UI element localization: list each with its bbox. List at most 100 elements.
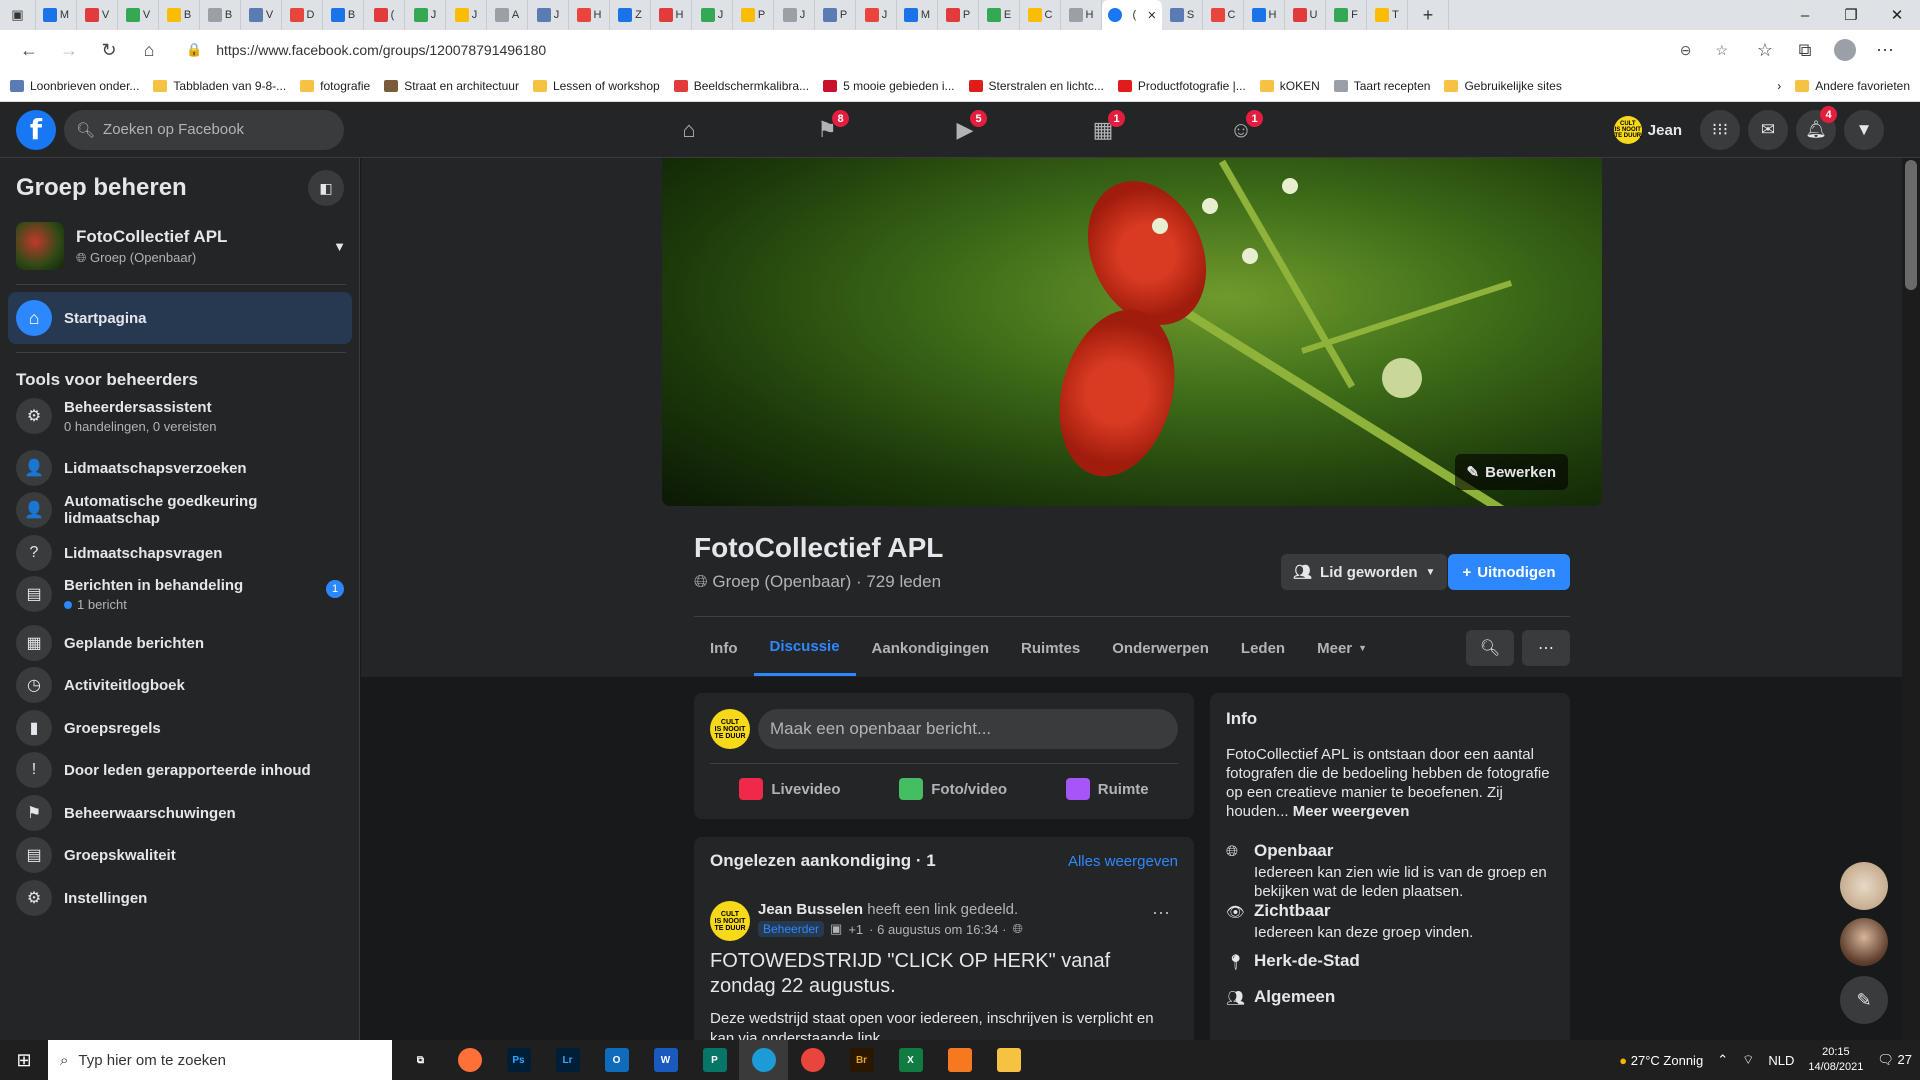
- firefox-app[interactable]: [445, 1040, 494, 1080]
- browser-tab[interactable]: J: [774, 0, 815, 30]
- chrome-app[interactable]: [788, 1040, 837, 1080]
- sidebar-item-instellingen[interactable]: ⚙ Instellingen: [8, 872, 352, 924]
- group-search-button[interactable]: 🔍︎: [1466, 630, 1514, 666]
- lightroom-app[interactable]: Lr: [543, 1040, 592, 1080]
- bookmark-item[interactable]: Sterstralen en lichtc...: [968, 79, 1104, 93]
- contact-avatar[interactable]: [1840, 918, 1888, 966]
- bookmark-item[interactable]: Loonbrieven onder...: [10, 79, 139, 93]
- account-menu-button[interactable]: ▼: [1844, 110, 1884, 150]
- facebook-logo[interactable]: f: [16, 109, 56, 150]
- browser-tab[interactable]: H: [651, 0, 692, 30]
- browser-tab[interactable]: D: [282, 0, 323, 30]
- other-favorites[interactable]: Andere favorieten: [1795, 79, 1910, 93]
- photoshop-app[interactable]: Ps: [494, 1040, 543, 1080]
- group-more-button[interactable]: ⋯: [1522, 630, 1570, 666]
- browser-tab[interactable]: B: [200, 0, 241, 30]
- publisher-app[interactable]: P: [690, 1040, 739, 1080]
- facebook-search-input[interactable]: 🔍︎ Zoeken op Facebook: [64, 109, 344, 150]
- reload-button[interactable]: ↻: [92, 33, 126, 67]
- browser-tab[interactable]: M: [897, 0, 938, 30]
- view-all-link[interactable]: Alles weergeven: [1068, 853, 1178, 870]
- browser-tab[interactable]: T: [1367, 0, 1408, 30]
- new-tab-button[interactable]: +: [1408, 0, 1449, 30]
- tab-discussie[interactable]: Discussie: [753, 620, 856, 676]
- tab-leden[interactable]: Leden: [1225, 620, 1301, 676]
- browser-tab[interactable]: P: [938, 0, 979, 30]
- bookmark-item[interactable]: fotografie: [300, 79, 370, 93]
- messenger-button[interactable]: ✉: [1748, 110, 1788, 150]
- composer-livevideo-button[interactable]: Livevideo: [739, 769, 841, 809]
- profile-avatar[interactable]: [1828, 33, 1862, 67]
- back-button[interactable]: ←: [12, 33, 46, 67]
- composer-ruimte-button[interactable]: Ruimte: [1065, 769, 1149, 809]
- home-button[interactable]: ⌂: [132, 33, 166, 67]
- favorite-star-icon[interactable]: ☆: [1715, 42, 1728, 59]
- sidebar-item-beheerdersassistent[interactable]: ⚙ Beheerdersassistent 0 handelingen, 0 ver…: [8, 390, 352, 442]
- browser-tab[interactable]: V: [118, 0, 159, 30]
- tab-info[interactable]: Info: [694, 620, 754, 676]
- action-center-button[interactable]: 🗨︎ 27: [1877, 1052, 1912, 1068]
- tab-onderwerpen[interactable]: Onderwerpen: [1096, 620, 1225, 676]
- browser-tab[interactable]: P: [733, 0, 774, 30]
- zoom-icon[interactable]: ⊖: [1680, 42, 1692, 59]
- browser-tab[interactable]: U: [1285, 0, 1326, 30]
- maximize-button[interactable]: ❐: [1828, 0, 1874, 30]
- browser-tab[interactable]: C: [1020, 0, 1061, 30]
- browser-tab[interactable]: J: [692, 0, 733, 30]
- bookmarks-overflow[interactable]: ›: [1777, 79, 1781, 93]
- bookmark-item[interactable]: kOKEN: [1259, 79, 1320, 93]
- notifications-button[interactable]: 🔔︎ 4: [1796, 106, 1837, 150]
- file-explorer-app[interactable]: [984, 1040, 1033, 1080]
- composer-foto-video-button[interactable]: Foto/video: [899, 769, 1007, 809]
- browser-tab[interactable]: B: [323, 0, 364, 30]
- scrollbar[interactable]: [1902, 158, 1920, 1040]
- collapse-sidebar-button[interactable]: ◧: [308, 170, 344, 206]
- browser-tab[interactable]: J: [405, 0, 446, 30]
- language-indicator[interactable]: NLD: [1768, 1053, 1794, 1068]
- browser-tab[interactable]: B: [159, 0, 200, 30]
- tab-meer[interactable]: Meer ▼: [1301, 620, 1383, 676]
- nav-groups[interactable]: ☺ 1: [1172, 102, 1310, 158]
- browser-tab[interactable]: J: [856, 0, 897, 30]
- browser-tab[interactable]: A: [487, 0, 528, 30]
- menu-grid-button[interactable]: ⁝⁝⁝: [1700, 110, 1740, 150]
- invite-button[interactable]: + Uitnodigen: [1448, 554, 1570, 590]
- minimize-button[interactable]: –: [1782, 0, 1828, 30]
- browser-menu-button[interactable]: ⋯: [1868, 33, 1902, 67]
- bookmark-item[interactable]: Gebruikelijke sites: [1444, 79, 1562, 93]
- tray-chevron-icon[interactable]: ⌃: [1717, 1052, 1728, 1068]
- collections-icon[interactable]: ⧉: [1788, 33, 1822, 67]
- word-app[interactable]: W: [641, 1040, 690, 1080]
- bookmark-item[interactable]: Lessen of workshop: [532, 79, 660, 93]
- browser-tab[interactable]: V: [77, 0, 118, 30]
- outlook-app[interactable]: O: [592, 1040, 641, 1080]
- tab-ruimtes[interactable]: Ruimtes: [1005, 620, 1096, 676]
- address-bar[interactable]: 🔒 https://www.facebook.com/groups/120078…: [172, 34, 1742, 66]
- browser-tab[interactable]: P: [815, 0, 856, 30]
- bookmark-item[interactable]: 5 mooie gebieden i...: [823, 79, 955, 93]
- browser-tab[interactable]: H: [1244, 0, 1285, 30]
- post-options-button[interactable]: ⋯: [1152, 903, 1170, 924]
- taskbar-search[interactable]: ⌕ Typ hier om te zoeken: [48, 1040, 392, 1080]
- browser-tab[interactable]: Z: [610, 0, 651, 30]
- scrollbar-thumb[interactable]: [1905, 160, 1917, 290]
- forward-button[interactable]: →: [52, 33, 86, 67]
- bookmark-item[interactable]: Straat en architectuur: [384, 79, 519, 93]
- start-button[interactable]: ⊞: [0, 1040, 48, 1080]
- nav-watch[interactable]: ▶ 5: [896, 102, 1034, 158]
- sidebar-item-berichten-in-behandeling[interactable]: ▤ Berichten in behandeling 1 bericht 1: [8, 568, 352, 620]
- browser-tab[interactable]: F: [1326, 0, 1367, 30]
- bookmark-item[interactable]: Productfotografie |...: [1117, 79, 1246, 93]
- sidebar-item-home[interactable]: ⌂ Startpagina: [8, 292, 352, 344]
- close-icon[interactable]: ✕: [1147, 9, 1156, 22]
- browser-tab[interactable]: H: [1061, 0, 1102, 30]
- browser-tab[interactable]: E: [979, 0, 1020, 30]
- see-more-link[interactable]: Meer weergeven: [1293, 803, 1410, 820]
- notes-app[interactable]: [935, 1040, 984, 1080]
- edit-cover-button[interactable]: ✎ Bewerken: [1454, 454, 1568, 490]
- edge-app[interactable]: [739, 1040, 788, 1080]
- browser-tab[interactable]: J: [446, 0, 487, 30]
- nav-home[interactable]: ⌂: [620, 102, 758, 158]
- clock[interactable]: 20:15 14/08/2021: [1808, 1045, 1863, 1075]
- browser-tab-active[interactable]: (✕: [1102, 0, 1162, 30]
